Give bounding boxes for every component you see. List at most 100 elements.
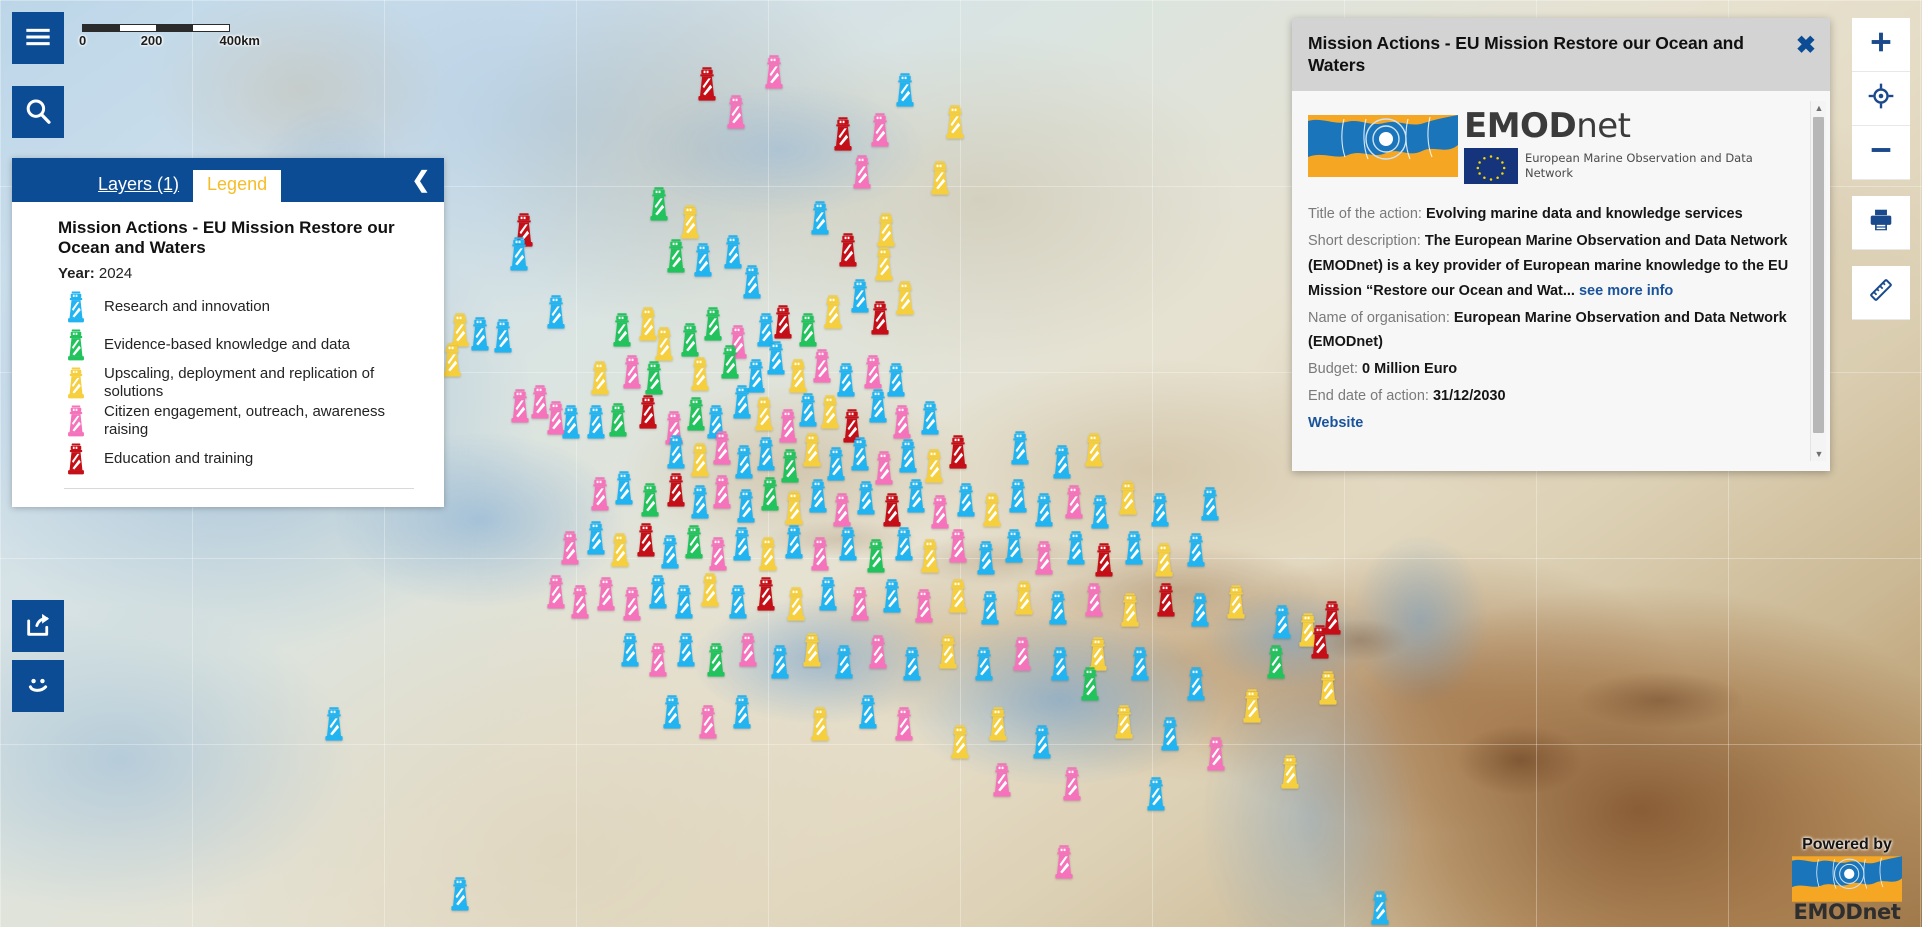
menu-button[interactable] (12, 12, 64, 64)
map-marker-lighthouse[interactable] (641, 360, 667, 396)
map-marker-lighthouse[interactable] (855, 694, 881, 730)
map-marker-lighthouse[interactable] (1223, 584, 1249, 620)
map-marker-lighthouse[interactable] (1059, 766, 1085, 802)
map-marker-lighthouse[interactable] (694, 66, 720, 102)
map-marker-lighthouse[interactable] (1203, 736, 1229, 772)
map-marker-lighthouse[interactable] (645, 574, 671, 610)
map-marker-lighthouse[interactable] (1029, 724, 1055, 760)
map-marker-lighthouse[interactable] (847, 436, 873, 472)
map-marker-lighthouse[interactable] (1269, 604, 1295, 640)
scroll-up-arrow-icon[interactable]: ▲ (1811, 101, 1827, 115)
map-marker-lighthouse[interactable] (1197, 486, 1223, 522)
map-marker-lighthouse[interactable] (1047, 646, 1073, 682)
map-marker-lighthouse[interactable] (1143, 776, 1169, 812)
map-marker-lighthouse[interactable] (637, 482, 663, 518)
info-panel-scrollbar[interactable]: ▲ ▼ (1810, 100, 1827, 461)
map-marker-lighthouse[interactable] (447, 876, 473, 912)
map-marker-lighthouse[interactable] (867, 112, 893, 148)
map-marker-lighthouse[interactable] (863, 538, 889, 574)
map-marker-lighthouse[interactable] (783, 586, 809, 622)
map-marker-lighthouse[interactable] (543, 574, 569, 610)
map-marker-lighthouse[interactable] (587, 360, 613, 396)
scrollbar-thumb[interactable] (1813, 116, 1824, 433)
map-marker-lighthouse[interactable] (755, 536, 781, 572)
map-marker-lighthouse[interactable] (873, 212, 899, 248)
map-marker-lighthouse[interactable] (1277, 754, 1303, 790)
map-marker-lighthouse[interactable] (717, 344, 743, 380)
zoom-in-button[interactable] (1852, 18, 1910, 72)
print-button[interactable] (1852, 196, 1910, 250)
map-marker-lighthouse[interactable] (651, 326, 677, 362)
map-marker-lighthouse[interactable] (1061, 484, 1087, 520)
map-marker-lighthouse[interactable] (1031, 492, 1057, 528)
map-marker-lighthouse[interactable] (1151, 542, 1177, 578)
map-marker-lighthouse[interactable] (871, 246, 897, 282)
map-marker-lighthouse[interactable] (945, 528, 971, 564)
map-marker-lighthouse[interactable] (911, 588, 937, 624)
map-marker-lighthouse[interactable] (799, 432, 825, 468)
map-marker-lighthouse[interactable] (709, 474, 735, 510)
map-marker-lighthouse[interactable] (739, 264, 765, 300)
map-marker-lighthouse[interactable] (761, 54, 787, 90)
map-marker-lighthouse[interactable] (1011, 580, 1037, 616)
map-marker-lighthouse[interactable] (1115, 480, 1141, 516)
map-marker-lighthouse[interactable] (1045, 590, 1071, 626)
map-marker-lighthouse[interactable] (687, 356, 713, 392)
map-marker-lighthouse[interactable] (1263, 644, 1289, 680)
map-marker-lighthouse[interactable] (953, 482, 979, 518)
map-marker-lighthouse[interactable] (867, 300, 893, 336)
map-marker-lighthouse[interactable] (899, 646, 925, 682)
map-marker-lighthouse[interactable] (807, 706, 833, 742)
map-marker-lighthouse[interactable] (770, 304, 796, 340)
map-marker-lighthouse[interactable] (587, 476, 613, 512)
chevron-left-icon[interactable]: ❮ (412, 169, 430, 191)
close-icon[interactable]: ✖ (1796, 34, 1816, 58)
map-marker-lighthouse[interactable] (619, 586, 645, 622)
share-button[interactable] (12, 600, 64, 652)
map-marker-lighthouse[interactable] (757, 476, 783, 512)
map-marker-lighthouse[interactable] (490, 318, 516, 354)
tab-layers[interactable]: Layers (1) (84, 170, 193, 202)
map-marker-lighthouse[interactable] (809, 348, 835, 384)
map-marker-lighthouse[interactable] (1187, 592, 1213, 628)
map-marker-lighthouse[interactable] (1031, 540, 1057, 576)
map-marker-lighthouse[interactable] (729, 526, 755, 562)
map-marker-lighthouse[interactable] (891, 706, 917, 742)
map-marker-lighthouse[interactable] (849, 154, 875, 190)
map-marker-lighthouse[interactable] (1117, 592, 1143, 628)
map-marker-lighthouse[interactable] (657, 534, 683, 570)
map-marker-lighthouse[interactable] (1081, 432, 1107, 468)
map-marker-lighthouse[interactable] (735, 632, 761, 668)
map-marker-lighthouse[interactable] (820, 294, 846, 330)
map-marker-lighthouse[interactable] (567, 584, 593, 620)
feedback-button[interactable] (12, 660, 64, 712)
map-marker-lighthouse[interactable] (829, 492, 855, 528)
map-marker-lighthouse[interactable] (865, 634, 891, 670)
map-marker-lighthouse[interactable] (807, 200, 833, 236)
map-marker-lighthouse[interactable] (617, 632, 643, 668)
map-marker-lighthouse[interactable] (815, 576, 841, 612)
map-marker-lighthouse[interactable] (823, 446, 849, 482)
map-marker-lighthouse[interactable] (1315, 670, 1341, 706)
map-marker-lighthouse[interactable] (695, 704, 721, 740)
map-marker-lighthouse[interactable] (781, 490, 807, 526)
map-marker-lighthouse[interactable] (725, 584, 751, 620)
zoom-out-button[interactable] (1852, 126, 1910, 180)
map-marker-lighthouse[interactable] (781, 524, 807, 560)
map-marker-lighthouse[interactable] (1367, 890, 1393, 926)
map-marker-lighthouse[interactable] (971, 646, 997, 682)
map-marker-lighthouse[interactable] (807, 536, 833, 572)
tab-legend[interactable]: Legend (193, 170, 282, 202)
map-marker-lighthouse[interactable] (558, 404, 584, 440)
map-marker-lighthouse[interactable] (703, 642, 729, 678)
map-marker-lighthouse[interactable] (879, 492, 905, 528)
map-marker-lighthouse[interactable] (583, 520, 609, 556)
map-marker-lighthouse[interactable] (705, 536, 731, 572)
map-marker-lighthouse[interactable] (609, 312, 635, 348)
map-marker-lighthouse[interactable] (895, 438, 921, 474)
map-marker-lighthouse[interactable] (753, 576, 779, 612)
map-marker-lighthouse[interactable] (879, 578, 905, 614)
map-marker-lighthouse[interactable] (831, 644, 857, 680)
map-marker-lighthouse[interactable] (1239, 688, 1265, 724)
map-marker-lighthouse[interactable] (321, 706, 347, 742)
